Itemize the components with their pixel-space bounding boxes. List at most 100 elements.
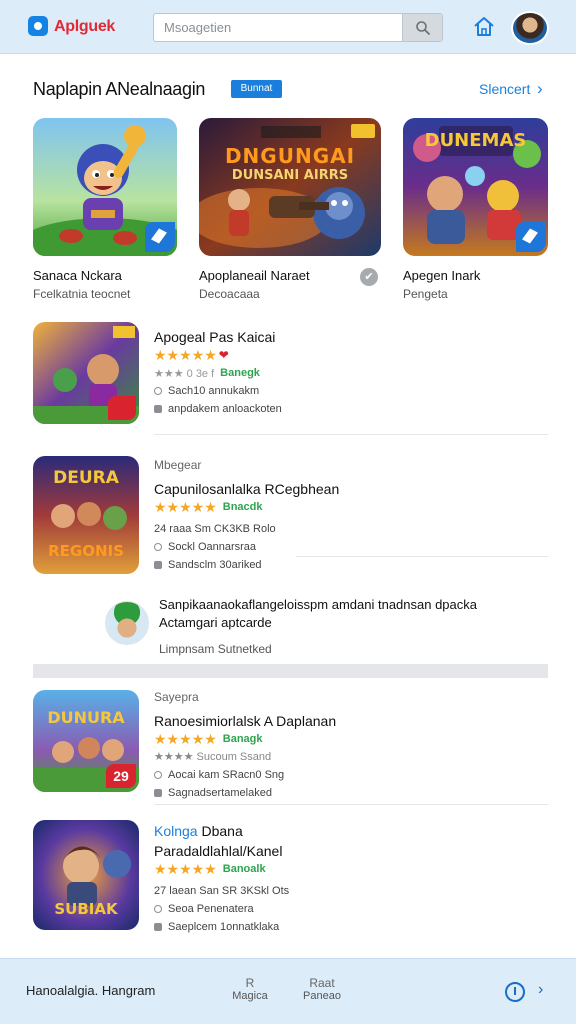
checkmark-icon[interactable]: ✔ — [360, 268, 378, 286]
bottom-bar: Hanoalalgia. Hangram R Magica Raat Panea… — [0, 958, 576, 1024]
info-text: Sandsclm 30ariked — [168, 559, 262, 571]
stars-icon: ★★★★★ — [154, 730, 217, 747]
info-line: Sockl Oannarsraa — [154, 538, 548, 556]
item-category: Sayepra — [154, 690, 199, 704]
promo-subtext: Limpnsam Sutnetked — [159, 642, 272, 656]
item-title-line2: Paradaldlahlal/Kanel — [154, 843, 283, 859]
promo-text[interactable]: Sanpikaanaokaflangeloisspm amdani tnadns… — [159, 596, 519, 632]
list-item[interactable]: DUNURA 29 Sayepra Ranoesimiorlalsk A Dap… — [33, 688, 548, 799]
tab-icon-label: Raat — [309, 976, 335, 990]
section-title: Naplapin ANealnaagin — [33, 79, 206, 99]
item-meta: ★★★★ Sucoum Ssand — [154, 751, 272, 763]
game-thumbnail[interactable]: DEURA REGONIS — [33, 456, 139, 574]
game-subtitle: Pengeta — [403, 287, 448, 301]
section-badge: Bunnat — [231, 80, 282, 98]
status-badge: Banagk — [222, 733, 263, 745]
tab-magica[interactable]: R Magica — [225, 976, 275, 1002]
clock-icon — [154, 905, 162, 913]
brand-name[interactable]: Aplguek — [54, 18, 115, 36]
game-subtitle: Decoacaaa — [199, 287, 260, 301]
clock-icon — [154, 543, 162, 551]
item-category: Mbegear — [154, 458, 202, 472]
user-avatar[interactable] — [511, 11, 549, 45]
thumbnail-subtitle: REGONIS — [48, 542, 124, 560]
game-thumbnail[interactable]: SUBIAK — [33, 820, 139, 930]
info-text: Sockl Oannarsraa — [168, 541, 257, 553]
divider — [296, 556, 548, 557]
info-text: Aocai kam SRacn0 Sng — [168, 769, 285, 781]
tab-paneao[interactable]: Raat Paneao — [297, 976, 347, 1002]
star-rating: ★★★★★ ❤ — [154, 346, 548, 364]
thumbnail-title: DUNURA — [47, 708, 125, 727]
tab-label: Paneao — [303, 990, 341, 1002]
item-category: Kolnga — [154, 823, 198, 839]
age-rating-badge: 29 — [106, 764, 136, 788]
game-title: Sanaca Nckara — [33, 268, 122, 283]
info-line: Seoa Penenatera — [154, 900, 548, 918]
list-item[interactable]: Apogeal Pas Kaicai ★★★★★ ❤ ★★★ 0 3e f Ba… — [33, 322, 548, 428]
tab-label: Magica — [232, 990, 268, 1002]
game-thumbnail[interactable] — [33, 322, 139, 424]
status-badge: Banegk — [220, 367, 260, 379]
featured-card[interactable]: DUNEMAS Apegen Inark Pengeta — [403, 118, 548, 301]
bookmark-tag-icon[interactable] — [108, 396, 136, 420]
thumbnail-title: SUBIAK — [54, 900, 118, 918]
info-text: Sach10 annukakm — [168, 385, 260, 397]
list-item[interactable]: DEURA REGONIS Mbegear Capunilosanlalka R… — [33, 456, 548, 578]
stars-icon: ★★★★★ — [154, 860, 217, 877]
item-details: Sayepra Ranoesimiorlalsk A Daplanan ★★★★… — [154, 688, 548, 802]
status-badge: Bnacdk — [222, 501, 263, 513]
bookmark-tag-icon[interactable] — [145, 222, 175, 252]
promo-avatar[interactable] — [105, 601, 149, 645]
section-separator — [33, 664, 548, 678]
star-rating: ★★★★★ Bnacdk — [154, 498, 548, 516]
search-input[interactable] — [154, 14, 403, 41]
divider — [154, 434, 548, 435]
thumbnail-title: DUNEMAS — [424, 130, 527, 151]
info-icon[interactable] — [505, 982, 525, 1002]
list-item[interactable]: SUBIAK Kolnga Dbana Paradaldlahlal/Kanel… — [33, 818, 548, 938]
game-thumbnail[interactable] — [33, 118, 177, 256]
info-text: Sagnadsertamelaked — [168, 787, 272, 799]
search-button[interactable] — [402, 14, 442, 41]
footer-text[interactable]: Hanoalalgia. Hangram — [26, 983, 155, 998]
clock-icon — [154, 771, 162, 779]
chevron-right-icon[interactable]: › — [538, 981, 543, 999]
item-details: Kolnga Dbana Paradaldlahlal/Kanel ★★★★★ … — [154, 822, 548, 936]
clock-icon — [154, 387, 162, 395]
info-line: Sandsclm 30ariked — [154, 556, 548, 574]
tag-icon — [154, 405, 162, 413]
search-icon — [416, 21, 430, 35]
tag-icon — [154, 923, 162, 931]
tag-icon — [154, 561, 162, 569]
item-title: Ranoesimiorlalsk A Daplanan — [154, 713, 337, 729]
featured-card[interactable]: Sanaca Nckara Fcelkatnia teocnet — [33, 118, 177, 301]
game-title: Apegen Inark — [403, 268, 481, 283]
status-badge: Banoalk — [222, 863, 266, 875]
item-title: Capunilosanlalka RCegbhean — [154, 481, 340, 497]
info-line: anpdakem anloackoten — [154, 400, 548, 418]
heart-icon: ❤ — [218, 348, 229, 362]
info-line: Sach10 annukakm — [154, 382, 548, 400]
game-thumbnail[interactable]: DUNEMAS — [403, 118, 548, 256]
game-subtitle: Fcelkatnia teocnet — [33, 287, 131, 301]
thumbnail-title: DEURA — [53, 468, 119, 488]
item-title: Apogeal Pas Kaicai — [154, 329, 276, 345]
item-meta: 24 raaa Sm CK3KB Rolo — [154, 523, 276, 535]
bookmark-tag-icon[interactable] — [516, 222, 546, 252]
game-thumbnail[interactable]: DUNURA 29 — [33, 690, 139, 792]
info-text: anpdakem anloackoten — [168, 403, 282, 415]
chevron-right-icon[interactable]: › — [537, 79, 543, 99]
app-logo-icon[interactable] — [28, 16, 48, 36]
divider — [154, 804, 548, 805]
home-icon[interactable] — [472, 15, 496, 39]
tab-icon: R — [245, 976, 255, 990]
star-rating: ★★★★★ Banoalk — [154, 860, 548, 878]
see-all-link[interactable]: Slencert — [479, 81, 530, 97]
stars-icon: ★★★★★ — [154, 346, 217, 363]
item-meta: 27 laean San SR 3KSkl Ots — [154, 885, 290, 897]
thumbnail-subtitle: DUNSANI AIRRS — [231, 168, 349, 183]
hero-artwork — [199, 118, 381, 256]
featured-card[interactable]: DNGUNGAI DUNSANI AIRRS Apoplaneail Narae… — [199, 118, 381, 301]
game-thumbnail[interactable]: DNGUNGAI DUNSANI AIRRS — [199, 118, 381, 256]
